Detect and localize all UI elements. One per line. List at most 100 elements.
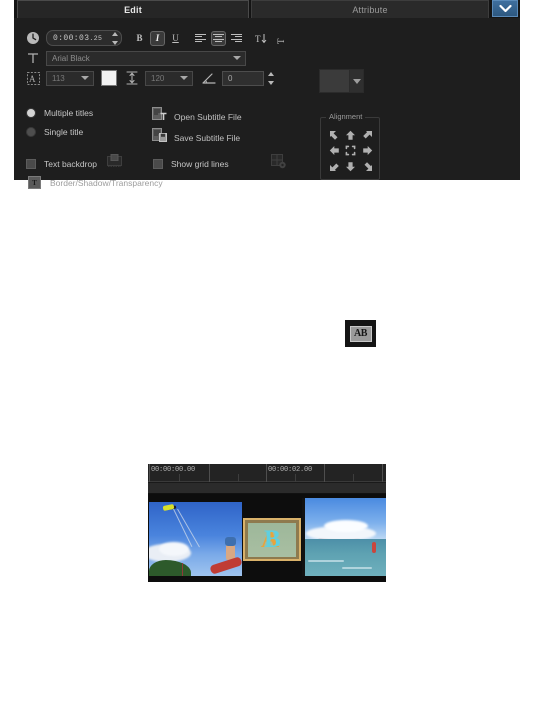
align-left-button[interactable] [193, 31, 208, 46]
timeline-ruler[interactable]: 00:00:00.00 00:00:02.00 [148, 464, 386, 482]
timeline: 00:00:00.00 00:00:02.00 A B [148, 464, 386, 582]
arrow-down-left-icon [329, 163, 339, 171]
multiple-titles-option[interactable]: Multiple titles [26, 108, 93, 118]
align-center-button[interactable] [211, 30, 226, 46]
alignment-legend: Alignment [326, 112, 366, 121]
tab-edit[interactable]: Edit [17, 0, 249, 18]
italic-label: I [155, 33, 160, 43]
arrow-down-icon [346, 162, 356, 172]
rotation-angle-field[interactable]: 0 [222, 70, 264, 86]
align-center-icon [213, 33, 224, 43]
rotation-angle-value: 0 [228, 73, 233, 83]
svg-text:A: A [29, 74, 36, 84]
single-title-radio[interactable] [26, 127, 36, 137]
chevron-down-icon [498, 4, 512, 13]
align-bottom-right-button[interactable] [359, 159, 376, 174]
color-picker-group [319, 69, 364, 93]
timeline-video-track[interactable]: A B [148, 494, 386, 582]
align-top-center-button[interactable] [343, 128, 360, 143]
color-swatch[interactable] [319, 69, 350, 93]
video-clip-ocean-ride[interactable] [302, 498, 386, 576]
arrow-right-icon [363, 146, 373, 156]
timecode-frames: .25 [89, 34, 103, 42]
panel-collapse-button[interactable] [492, 0, 518, 17]
font-size-select[interactable]: 113 [46, 70, 94, 86]
font-family-row: Arial Black [25, 50, 246, 66]
panel-tabstrip: Edit Attribute [14, 0, 520, 18]
clip-cloud [324, 520, 368, 532]
timecode-stepper[interactable] [111, 31, 119, 45]
align-right-icon [231, 33, 242, 43]
text-direction-vertical-button[interactable]: T [254, 31, 269, 46]
arrow-down-right-icon [364, 162, 373, 171]
font-family-value: Arial Black [52, 53, 90, 63]
underline-button[interactable]: U [168, 31, 183, 46]
tab-attribute[interactable]: Attribute [251, 0, 489, 18]
title-clip-ab[interactable]: A B [243, 518, 301, 561]
text-format-toolbar: 0:00:03.25 B I U T T [25, 29, 287, 47]
bold-label: B [136, 33, 143, 43]
single-title-option[interactable]: Single title [26, 127, 83, 137]
align-bottom-left-button[interactable] [326, 159, 343, 174]
rotation-angle-icon [201, 70, 217, 86]
clip-left-edge [302, 498, 305, 576]
save-subtitle-file-icon [152, 128, 167, 147]
clip-rider-torso [225, 537, 236, 546]
align-bottom-center-button[interactable] [343, 159, 360, 174]
title-clip-thumbnail: A B [248, 522, 296, 557]
align-top-left-button[interactable] [326, 128, 343, 143]
title-ab-icon-label: AB [349, 325, 372, 342]
text-direction-horizontal-button[interactable]: T [272, 31, 287, 46]
text-backdrop-option[interactable]: Text backdrop [26, 154, 122, 173]
line-spacing-select[interactable]: 120 [145, 70, 193, 86]
font-color-swatch[interactable] [101, 70, 117, 86]
title-designer-panel: Edit Attribute 0:00:03.25 B I U T T Aria… [14, 0, 520, 189]
panel-body: 0:00:03.25 B I U T T Arial Black A 113 1… [14, 18, 520, 189]
multiple-titles-radio[interactable] [26, 108, 36, 118]
show-grid-lines-option[interactable]: Show grid lines [153, 154, 287, 174]
align-right-button[interactable] [229, 31, 244, 46]
tab-edit-label: Edit [124, 4, 142, 15]
clip-rider [372, 542, 376, 553]
text-backdrop-label: Text backdrop [44, 158, 97, 169]
clip-cloud [159, 542, 189, 556]
timecode-seconds: 0:00:03 [53, 33, 90, 43]
save-subtitle-file-button[interactable]: Save Subtitle File [152, 128, 240, 147]
show-grid-lines-checkbox[interactable] [153, 159, 163, 169]
align-left-icon [195, 33, 206, 43]
font-family-select[interactable]: Arial Black [46, 50, 246, 66]
multiple-titles-label: Multiple titles [44, 108, 94, 118]
bold-button[interactable]: B [132, 31, 147, 46]
duration-timecode-field[interactable]: 0:00:03.25 [46, 30, 122, 46]
border-shadow-transparency-label: Border/Shadow/Transparency [50, 177, 163, 188]
chevron-down-icon [81, 76, 89, 80]
align-middle-left-button[interactable] [326, 143, 343, 158]
alignment-grid [326, 128, 376, 174]
video-clip-kitesurf-launch[interactable] [149, 502, 242, 576]
text-backdrop-checkbox[interactable] [26, 158, 36, 169]
tab-attribute-label: Attribute [352, 4, 388, 15]
rotation-stepper[interactable] [267, 71, 275, 85]
border-shadow-transparency-button[interactable]: T Border/Shadow/Transparency [28, 176, 163, 189]
open-subtitle-file-button[interactable]: Open Subtitle File [152, 107, 242, 126]
text-direction-vertical-icon: T [255, 33, 267, 44]
color-swatch-dropdown-button[interactable] [350, 69, 364, 93]
text-effects-icon: T [28, 176, 41, 189]
arrow-up-left-icon [329, 131, 338, 140]
single-title-label: Single title [44, 127, 84, 137]
arrow-up-right-icon [363, 131, 373, 139]
title-ab-icon[interactable]: AB [345, 320, 376, 347]
align-middle-right-button[interactable] [359, 143, 376, 158]
font-metrics-row: A 113 120 0 [25, 69, 275, 87]
align-top-right-button[interactable] [359, 128, 376, 143]
backdrop-settings-icon[interactable] [106, 154, 122, 173]
arrow-up-icon [346, 130, 356, 140]
align-center-button[interactable] [343, 143, 360, 158]
arrow-left-icon [329, 146, 339, 156]
text-direction-horizontal-icon: T [276, 38, 286, 44]
chevron-down-icon [352, 78, 361, 84]
italic-button[interactable]: I [150, 30, 165, 46]
open-subtitle-file-icon [152, 107, 167, 126]
svg-text:T: T [276, 38, 286, 44]
grid-settings-icon[interactable] [270, 154, 287, 174]
